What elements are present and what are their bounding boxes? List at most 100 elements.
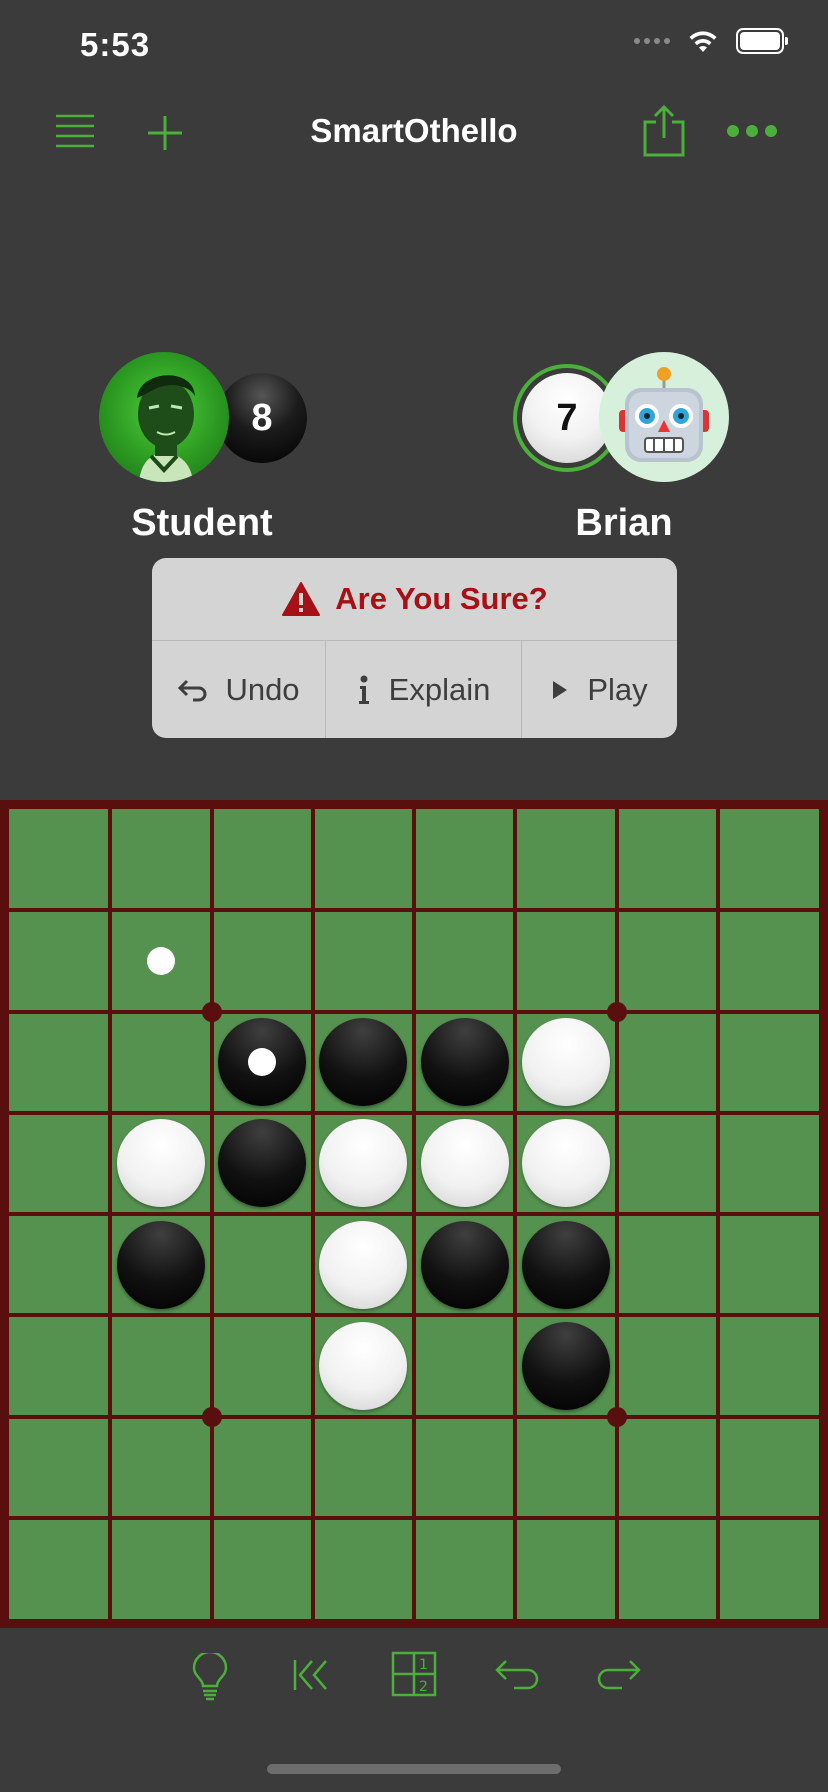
board-cell[interactable]: [313, 1012, 414, 1113]
undo-label: Undo: [225, 672, 300, 707]
board-cell[interactable]: [9, 1113, 110, 1214]
explain-button[interactable]: Explain: [325, 641, 521, 738]
board-cell[interactable]: [212, 1214, 313, 1315]
board-cell[interactable]: [110, 910, 211, 1011]
status-indicators: [634, 28, 788, 54]
board-cell[interactable]: [110, 1315, 211, 1416]
rewind-button[interactable]: [292, 1657, 332, 1698]
board-cell[interactable]: [9, 1518, 110, 1619]
board-cell[interactable]: [414, 1315, 515, 1416]
confirm-move-alert: Are You Sure? Undo Explain Play: [152, 558, 677, 738]
board-cell[interactable]: [718, 1417, 819, 1518]
last-move-marker: [248, 1048, 277, 1077]
board-cell[interactable]: [313, 809, 414, 910]
share-button[interactable]: [642, 104, 686, 163]
board-cell[interactable]: [313, 1113, 414, 1214]
board-cell[interactable]: [718, 1315, 819, 1416]
board-cell[interactable]: [617, 809, 718, 910]
board-cell[interactable]: [515, 809, 616, 910]
black-disc: [420, 1220, 509, 1309]
board-cell[interactable]: [617, 1417, 718, 1518]
board-cell[interactable]: [718, 1113, 819, 1214]
board-cell[interactable]: [9, 809, 110, 910]
board-cell[interactable]: [718, 1012, 819, 1113]
board-cell[interactable]: [718, 910, 819, 1011]
board-cell[interactable]: [515, 1113, 616, 1214]
board-cell[interactable]: [313, 1417, 414, 1518]
board-cell[interactable]: [110, 1214, 211, 1315]
board-cell[interactable]: [9, 1315, 110, 1416]
board-cell[interactable]: [212, 1012, 313, 1113]
board-cell[interactable]: [515, 910, 616, 1011]
board-cell[interactable]: [9, 1214, 110, 1315]
board-cell[interactable]: [414, 809, 515, 910]
board-cell[interactable]: [515, 1315, 616, 1416]
board-grid: [9, 809, 819, 1619]
board-cell[interactable]: [515, 1214, 616, 1315]
board-cell[interactable]: [617, 1012, 718, 1113]
play-button[interactable]: Play: [521, 641, 677, 738]
board-cell[interactable]: [617, 910, 718, 1011]
board-cell[interactable]: [110, 809, 211, 910]
board-cell[interactable]: [212, 1417, 313, 1518]
board-cell[interactable]: [414, 1012, 515, 1113]
board-cell[interactable]: [414, 910, 515, 1011]
robot-avatar[interactable]: [599, 352, 729, 482]
board-cell[interactable]: [718, 809, 819, 910]
board-cell[interactable]: [110, 1113, 211, 1214]
board-cell[interactable]: [617, 1214, 718, 1315]
undo-arrow-icon: [178, 679, 207, 702]
board-cell[interactable]: [515, 1012, 616, 1113]
board-cell[interactable]: [313, 1315, 414, 1416]
share-icon: [643, 104, 685, 157]
board-cell[interactable]: [110, 1012, 211, 1113]
board-cell[interactable]: [617, 1315, 718, 1416]
board-cell[interactable]: [313, 1518, 414, 1619]
board-cell[interactable]: [212, 1113, 313, 1214]
undo-move-button[interactable]: [494, 1658, 540, 1697]
status-time: 5:53: [80, 26, 151, 63]
alert-header: Are You Sure?: [152, 558, 677, 641]
othello-board: [0, 800, 828, 1628]
board-cell[interactable]: [617, 1518, 718, 1619]
board-cell[interactable]: [212, 910, 313, 1011]
undo-button[interactable]: Undo: [152, 641, 325, 738]
board-cell[interactable]: [718, 1518, 819, 1619]
white-disc: [521, 1018, 610, 1107]
hint-button[interactable]: [190, 1650, 230, 1706]
board-cell[interactable]: [718, 1214, 819, 1315]
battery-icon: [736, 28, 788, 54]
info-icon: [358, 675, 369, 704]
board-cell[interactable]: [212, 809, 313, 910]
board-cell[interactable]: [9, 1012, 110, 1113]
move-numbers-button[interactable]: 1 2: [391, 1651, 437, 1702]
board-cell[interactable]: [110, 1518, 211, 1619]
alert-title: Are You Sure?: [335, 581, 548, 616]
board-cell[interactable]: [313, 1214, 414, 1315]
board-cell[interactable]: [212, 1315, 313, 1416]
play-icon: [553, 681, 568, 699]
student-avatar[interactable]: [99, 352, 229, 482]
board-cell[interactable]: [414, 1518, 515, 1619]
black-disc: [218, 1018, 307, 1107]
board-cell[interactable]: [110, 1417, 211, 1518]
board-cell[interactable]: [212, 1518, 313, 1619]
board-cell[interactable]: [414, 1417, 515, 1518]
white-disc: [319, 1321, 408, 1410]
board-cell[interactable]: [515, 1417, 616, 1518]
board-cell[interactable]: [9, 1417, 110, 1518]
redo-move-button[interactable]: [596, 1658, 642, 1697]
more-icon: [727, 125, 777, 137]
more-options-button[interactable]: [726, 124, 778, 143]
black-disc: [319, 1018, 408, 1107]
board-cell[interactable]: [617, 1113, 718, 1214]
robot-face-icon: [619, 367, 709, 462]
board-cell[interactable]: [313, 910, 414, 1011]
board-cell[interactable]: [9, 910, 110, 1011]
play-label: Play: [587, 672, 648, 707]
board-cell[interactable]: [414, 1113, 515, 1214]
board-cell[interactable]: [414, 1214, 515, 1315]
cellular-signal-icon: [634, 38, 670, 44]
redo-icon: [597, 1660, 641, 1690]
board-cell[interactable]: [515, 1518, 616, 1619]
